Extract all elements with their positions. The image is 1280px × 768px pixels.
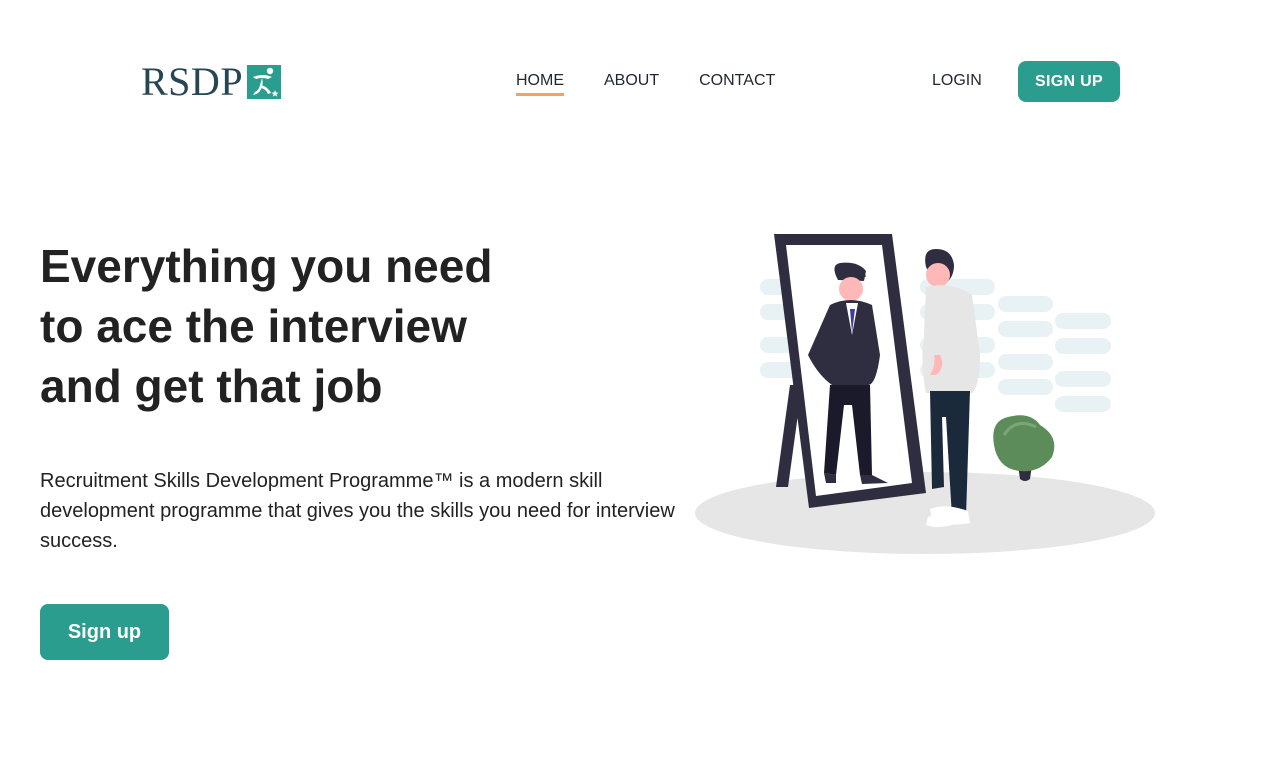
site-logo[interactable]: RSDP	[141, 59, 282, 104]
headline-line-3: and get that job	[40, 360, 383, 412]
login-link[interactable]: LOGIN	[932, 71, 982, 91]
plant	[993, 415, 1055, 481]
main-nav: HOME ABOUT CONTACT	[516, 71, 775, 96]
headline-line-1: Everything you need	[40, 240, 493, 292]
nav-home-link[interactable]: HOME	[516, 71, 564, 96]
nav-about-link[interactable]: ABOUT	[604, 71, 659, 96]
headline-line-2: to ace the interview	[40, 300, 467, 352]
nav-contact-link[interactable]: CONTACT	[699, 71, 775, 96]
hero-headline: Everything you need to ace the interview…	[40, 236, 492, 416]
landing-page: RSDP HOME ABOUT CONTACT LOGIN SIGN UP Ev…	[0, 0, 1280, 768]
hero-description: Recruitment Skills Development Programme…	[40, 470, 675, 552]
signup-button-header[interactable]: SIGN UP	[1018, 61, 1120, 102]
signup-button-hero[interactable]: Sign up	[40, 604, 169, 660]
man-looking-in-mirror-illustration	[695, 234, 1155, 554]
logo-wordmark: RSDP	[141, 59, 244, 104]
runner-flag-icon	[247, 65, 282, 99]
